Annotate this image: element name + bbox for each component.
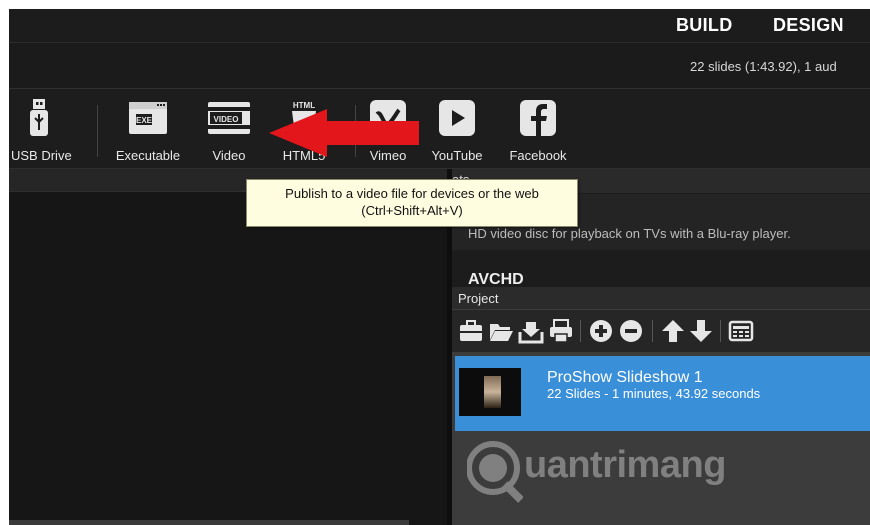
info-bar: 22 slides (1:43.92), 1 aud	[9, 43, 870, 89]
print-icon[interactable]	[548, 318, 574, 344]
executable-icon: EXE	[129, 102, 167, 134]
facebook-label: Facebook	[509, 148, 567, 163]
annotation-arrow-icon	[269, 109, 419, 157]
arrow-down-icon[interactable]	[688, 318, 714, 344]
slideshow-thumbnail	[459, 368, 521, 416]
toolbar-divider	[720, 320, 721, 342]
open-folder-icon[interactable]	[488, 318, 514, 344]
watermark-text: uantrimang	[524, 444, 726, 486]
project-panel: Project ProShow Slideshow 1 22 Slides - …	[452, 287, 870, 525]
toolbar-divider	[97, 105, 98, 157]
facebook-button[interactable]: Facebook	[503, 89, 573, 167]
video-label: Video	[212, 148, 246, 163]
tooltip-text: Publish to a video file for devices or t…	[285, 186, 539, 201]
youtube-icon	[439, 100, 475, 136]
executable-label: Executable	[115, 148, 181, 163]
video-button[interactable]: VIDEO Video	[201, 89, 257, 167]
facebook-icon	[520, 100, 556, 136]
arrow-up-icon[interactable]	[660, 318, 686, 344]
tab-build[interactable]: BUILD	[676, 15, 733, 36]
format-description: HD video disc for playback on TVs with a…	[468, 226, 791, 241]
slideshow-item[interactable]: ProShow Slideshow 1 22 Slides - 1 minute…	[455, 356, 870, 431]
project-title: Project	[458, 291, 499, 306]
horizontal-scrollbar[interactable]	[9, 520, 409, 525]
slideshow-name: ProShow Slideshow 1	[547, 369, 703, 386]
watermark-logo-icon	[467, 441, 523, 503]
format-item-avchd[interactable]: AVCHD	[452, 251, 870, 287]
svg-text:EXE: EXE	[136, 116, 153, 125]
video-tooltip: Publish to a video file for devices or t…	[246, 179, 578, 227]
project-toolbar	[452, 310, 870, 352]
save-icon[interactable]	[518, 318, 544, 344]
slideshow-details: 22 Slides - 1 minutes, 43.92 seconds	[547, 386, 761, 401]
watermark: uantrimang	[467, 432, 797, 512]
usb-drive-icon	[30, 99, 48, 136]
project-header: Project	[452, 287, 870, 309]
youtube-label: YouTube	[431, 148, 483, 163]
mode-bar: BUILD DESIGN	[9, 9, 870, 43]
proshow-window: BUILD DESIGN 22 slides (1:43.92), 1 aud …	[9, 9, 870, 525]
tooltip-shortcut: (Ctrl+Shift+Alt+V)	[361, 203, 463, 218]
svg-text:VIDEO: VIDEO	[214, 115, 239, 124]
usb-drive-button[interactable]: USB Drive	[11, 89, 72, 167]
remove-circle-icon[interactable]	[618, 318, 644, 344]
toolbar-divider	[580, 320, 581, 342]
add-circle-icon[interactable]	[588, 318, 614, 344]
youtube-button[interactable]: YouTube	[425, 89, 489, 167]
show-summary: 22 slides (1:43.92), 1 aud	[690, 59, 837, 74]
slide-list-icon[interactable]	[728, 318, 754, 344]
tab-design[interactable]: DESIGN	[773, 15, 844, 36]
executable-button[interactable]: EXE Executable	[107, 89, 189, 167]
usb-drive-label: USB Drive	[11, 148, 72, 163]
publish-toolbar: USB Drive EXE Executable VIDEO Video HTM…	[9, 89, 870, 169]
video-icon: VIDEO	[208, 102, 250, 134]
new-project-icon[interactable]	[458, 318, 484, 344]
toolbar-divider	[652, 320, 653, 342]
format-title: AVCHD	[468, 271, 524, 287]
